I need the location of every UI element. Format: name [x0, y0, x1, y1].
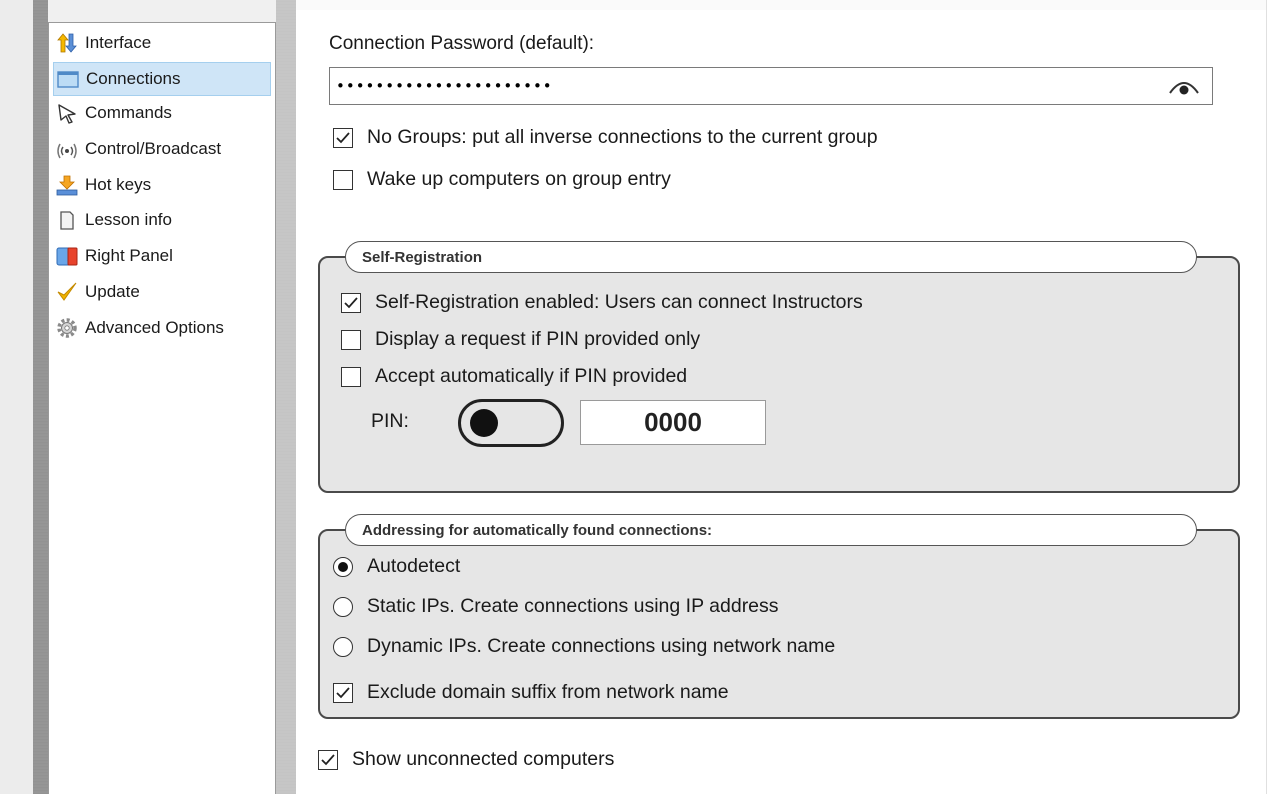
sidebar-item-label: Lesson info [85, 210, 172, 229]
sidebar-item-right-panel[interactable]: Right Panel [53, 239, 271, 273]
sidebar-item-interface[interactable]: Interface [53, 26, 271, 60]
sidebar-item-hot-keys[interactable]: Hot keys [53, 168, 271, 202]
sidebar-item-advanced-options[interactable]: Advanced Options [53, 311, 271, 345]
sidebar-item-label: Connections [86, 69, 181, 88]
top-border [296, 0, 1266, 10]
connection-password-input[interactable]: •••••••••••••••••••••• [329, 67, 1213, 105]
password-value: •••••••••••••••••••••• [336, 77, 553, 95]
addressing-title: Addressing for automatically found conne… [345, 514, 1197, 546]
display-request-checkbox[interactable] [341, 329, 361, 350]
radio-dynamic-ips-row[interactable]: Dynamic IPs. Create connections using ne… [333, 635, 835, 658]
sidebar-item-update[interactable]: Update [53, 275, 271, 309]
accept-automatically-label: Accept automatically if PIN provided [375, 365, 688, 387]
show-unconnected-label: Show unconnected computers [352, 748, 615, 770]
checkmark-icon [336, 131, 350, 143]
radio-static-ips-row[interactable]: Static IPs. Create connections using IP … [333, 595, 779, 618]
pin-toggle-switch[interactable] [458, 399, 564, 447]
no-groups-label: No Groups: put all inverse connections t… [367, 126, 878, 148]
show-unconnected-checkbox[interactable] [318, 749, 338, 770]
gear-icon [55, 317, 79, 339]
display-request-row[interactable]: Display a request if PIN provided only [341, 328, 700, 351]
checkmark-icon [336, 686, 350, 698]
interface-arrows-icon [55, 32, 79, 54]
pin-input[interactable]: 0000 [580, 400, 766, 445]
pin-label: PIN: [371, 410, 409, 432]
display-request-label: Display a request if PIN provided only [375, 328, 701, 350]
checkmark-icon [321, 753, 335, 765]
self-registration-enabled-row[interactable]: Self-Registration enabled: Users can con… [341, 291, 863, 314]
hotkey-icon [55, 174, 79, 196]
checkmark-icon [55, 281, 79, 303]
toggle-knob [470, 409, 498, 437]
wake-up-label: Wake up computers on group entry [367, 168, 671, 190]
sidebar-item-lesson-info[interactable]: Lesson info [53, 203, 271, 237]
show-password-button[interactable] [1166, 73, 1202, 99]
self-registration-enabled-label: Self-Registration enabled: Users can con… [375, 291, 863, 313]
checkmark-icon [344, 296, 358, 308]
connections-window-icon [56, 68, 80, 90]
sidebar-item-label: Control/Broadcast [85, 139, 222, 158]
radio-dynamic-ips[interactable] [333, 636, 353, 657]
cursor-arrow-icon [55, 102, 79, 124]
self-registration-enabled-checkbox[interactable] [341, 292, 361, 313]
sidebar-item-connections[interactable]: Connections [53, 62, 271, 96]
no-groups-checkbox-row[interactable]: No Groups: put all inverse connections t… [333, 126, 878, 149]
settings-nav-panel: Interface Connections Commands Control/B… [48, 22, 276, 794]
right-panel-icon [55, 245, 79, 267]
radio-autodetect-label: Autodetect [367, 555, 461, 577]
self-registration-title: Self-Registration [345, 241, 1197, 273]
left-frame-edge [33, 0, 48, 794]
exclude-domain-suffix-checkbox[interactable] [333, 682, 353, 703]
show-unconnected-row[interactable]: Show unconnected computers [318, 748, 614, 771]
sidebar-item-control-broadcast[interactable]: Control/Broadcast [53, 132, 271, 166]
sidebar-item-label: Interface [85, 33, 152, 52]
broadcast-icon [55, 138, 79, 160]
no-groups-checkbox[interactable] [333, 127, 353, 148]
sidebar-item-label: Right Panel [85, 246, 173, 265]
sidebar-item-label: Hot keys [85, 175, 152, 194]
eye-icon [1169, 82, 1199, 95]
wake-up-checkbox-row[interactable]: Wake up computers on group entry [333, 168, 671, 191]
radio-static-ips[interactable] [333, 596, 353, 617]
sidebar-item-commands[interactable]: Commands [53, 96, 271, 130]
connection-password-label: Connection Password (default): [329, 33, 595, 54]
exclude-domain-suffix-row[interactable]: Exclude domain suffix from network name [333, 681, 729, 704]
sidebar-item-label: Commands [85, 103, 172, 122]
sidebar-item-label: Update [85, 282, 140, 301]
document-icon [55, 209, 79, 231]
sidebar-item-label: Advanced Options [85, 318, 224, 337]
wake-up-checkbox[interactable] [333, 169, 353, 190]
exclude-domain-suffix-label: Exclude domain suffix from network name [367, 681, 729, 703]
accept-automatically-checkbox[interactable] [341, 366, 361, 387]
radio-static-ips-label: Static IPs. Create connections using IP … [367, 595, 779, 617]
radio-selected-dot [338, 561, 348, 572]
radio-autodetect-row[interactable]: Autodetect [333, 555, 460, 578]
radio-dynamic-ips-label: Dynamic IPs. Create connections using ne… [367, 635, 836, 657]
accept-automatically-row[interactable]: Accept automatically if PIN provided [341, 365, 687, 388]
splitter-handle[interactable] [276, 0, 296, 794]
right-frame [1266, 0, 1282, 794]
radio-autodetect[interactable] [333, 556, 353, 577]
